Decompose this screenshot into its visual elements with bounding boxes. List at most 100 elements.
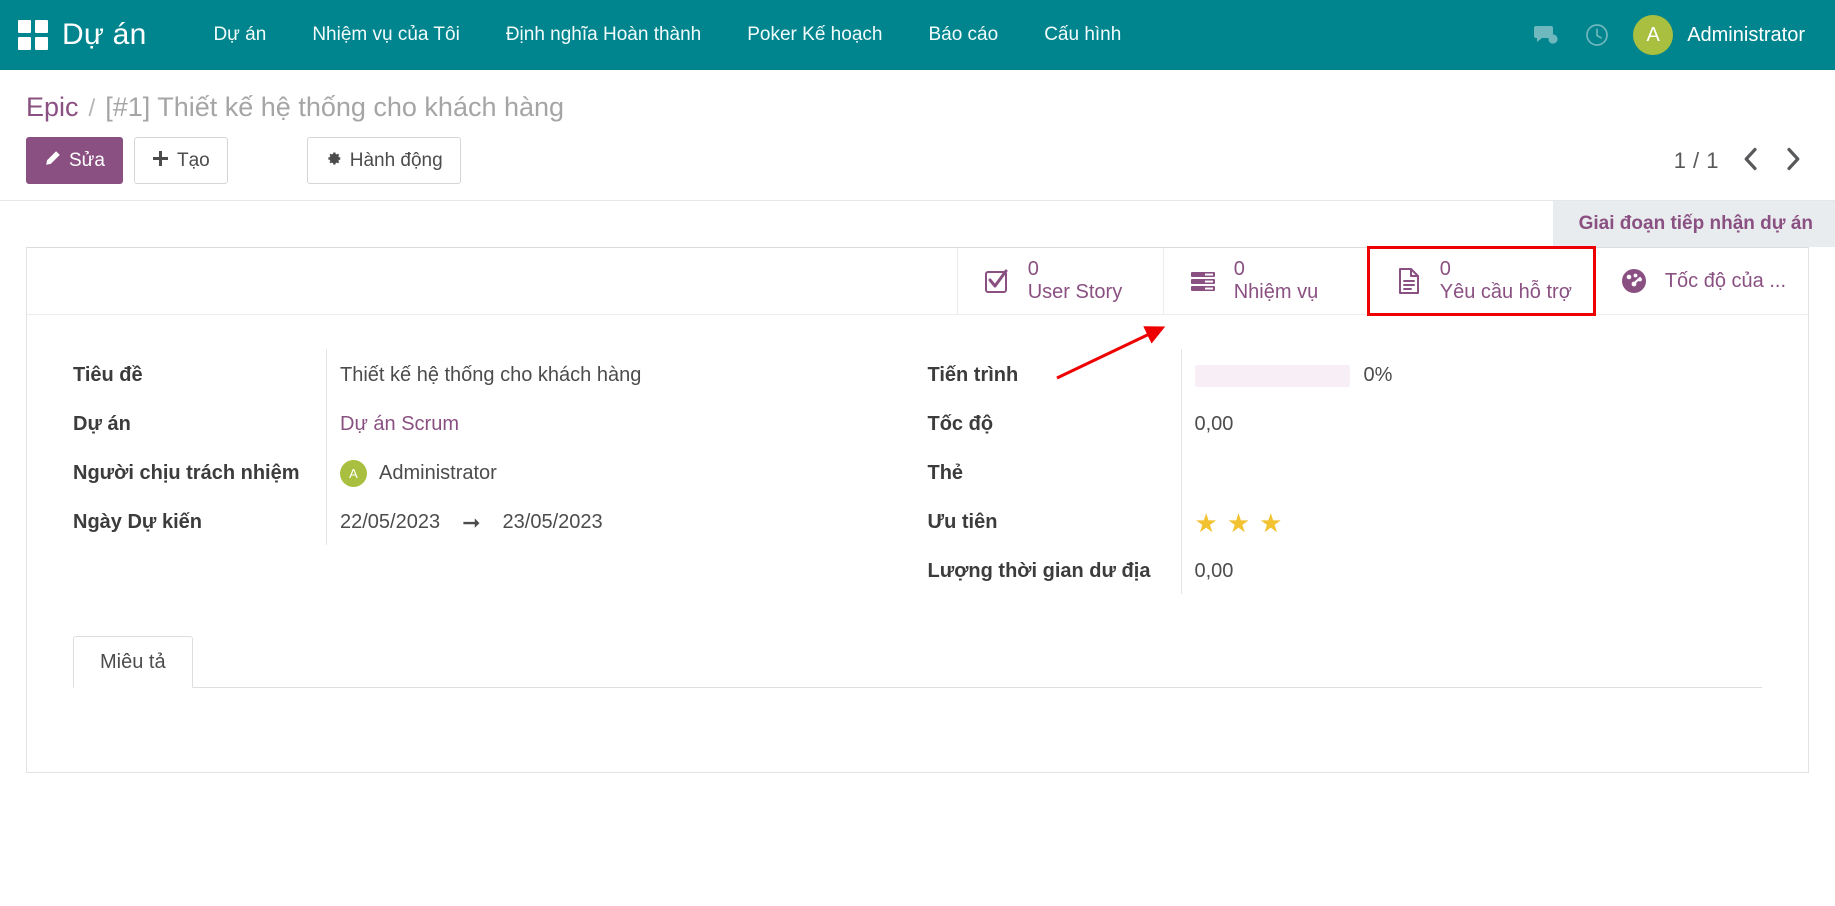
menu-item-reports[interactable]: Báo cáo <box>905 24 1021 46</box>
gear-icon <box>325 150 342 172</box>
field-label-planned-dates: Ngày Dự kiến <box>73 496 326 538</box>
field-label-priority: Ưu tiên <box>928 496 1181 538</box>
field-row-slack-time: Lượng thời gian dư địa 0,00 <box>928 545 1809 594</box>
user-name-label: Administrator <box>1687 24 1811 47</box>
plus-icon <box>152 150 169 172</box>
chat-bubble-icon[interactable] <box>1519 13 1571 57</box>
pager-count[interactable]: 1 / 1 <box>1674 148 1719 174</box>
field-row-project: Dự án Dự án Scrum <box>73 398 918 447</box>
field-value-assignee[interactable]: A Administrator <box>326 447 918 496</box>
avatar: A <box>340 460 367 487</box>
user-menu[interactable]: A Administrator <box>1633 15 1811 55</box>
tab-description[interactable]: Miêu tả <box>73 636 193 688</box>
action-button[interactable]: Hành động <box>307 137 461 184</box>
field-row-assignee: Người chịu trách nhiệm A Administrator <box>73 447 918 496</box>
field-value-progress[interactable]: 0% <box>1181 349 1809 398</box>
form-sheet: 0 User Story 0 Nhiệ <box>26 247 1809 773</box>
menu-item-definition-of-done[interactable]: Định nghĩa Hoàn thành <box>483 24 724 46</box>
date-range: 22/05/2023 ➞ 23/05/2023 <box>340 507 918 538</box>
stat-button-box: 0 User Story 0 Nhiệ <box>27 248 1808 315</box>
field-label-assignee: Người chịu trách nhiệm <box>73 447 326 489</box>
star-icon[interactable]: ★ <box>1259 510 1282 536</box>
field-value-title[interactable]: Thiết kế hệ thống cho khách hàng <box>326 349 918 398</box>
assignee-name: Administrator <box>379 458 497 489</box>
edit-button[interactable]: Sửa <box>26 137 123 184</box>
stat-button-velocity[interactable]: Tốc độ của ... <box>1594 248 1808 314</box>
star-icon[interactable]: ★ <box>1227 510 1250 536</box>
status-badge[interactable]: Giai đoạn tiếp nhận dự án <box>1553 201 1835 247</box>
stat-button-text: 0 User Story <box>1028 258 1122 304</box>
field-label-title: Tiêu đề <box>73 349 326 391</box>
control-panel-buttons: Sửa Tạo Hành động 1 / 1 <box>26 137 1809 184</box>
menu-item-my-tasks[interactable]: Nhiệm vụ của Tôi <box>289 24 483 46</box>
breadcrumb-current: [#1] Thiết kế hệ thống cho khách hàng <box>105 92 564 122</box>
stat-label: Yêu cầu hỗ trợ <box>1440 281 1572 304</box>
apps-grid-icon[interactable] <box>18 20 48 50</box>
menu-item-projects[interactable]: Dự án <box>190 24 289 46</box>
app-brand-title[interactable]: Dự án <box>62 18 146 52</box>
clock-icon[interactable] <box>1571 13 1623 57</box>
stat-button-user-story[interactable]: 0 User Story <box>957 248 1163 314</box>
field-value-planned-dates[interactable]: 22/05/2023 ➞ 23/05/2023 <box>326 496 918 545</box>
field-value-velocity[interactable]: 0,00 <box>1181 398 1809 447</box>
field-label-slack-time: Lượng thời gian dư địa <box>928 545 1181 587</box>
stat-button-support-requests[interactable]: 0 Yêu cầu hỗ trợ <box>1369 248 1594 314</box>
create-button[interactable]: Tạo <box>134 137 228 184</box>
stat-label: Tốc độ của ... <box>1665 270 1786 293</box>
apps-grid-cell <box>35 37 48 50</box>
pager-next-button[interactable] <box>1783 146 1803 176</box>
apps-grid-cell <box>35 20 48 33</box>
breadcrumb: Epic / [#1] Thiết kế hệ thống cho khách … <box>26 92 1809 124</box>
field-label-project: Dự án <box>73 398 326 440</box>
document-text-icon <box>1392 264 1426 298</box>
stat-value: 0 <box>1440 258 1572 281</box>
field-row-progress: Tiến trình 0% <box>928 349 1809 398</box>
pencil-icon <box>44 150 61 172</box>
field-row-planned-dates: Ngày Dự kiến 22/05/2023 ➞ 23/05/2023 <box>73 496 918 545</box>
breadcrumb-root[interactable]: Epic <box>26 92 79 122</box>
top-navbar: Dự án Dự án Nhiệm vụ của Tôi Định nghĩa … <box>0 0 1835 70</box>
create-button-label: Tạo <box>177 150 210 172</box>
progress-holder: 0% <box>1195 360 1809 391</box>
action-button-label: Hành động <box>350 150 443 172</box>
list-rows-icon <box>1186 264 1220 298</box>
stat-button-text: 0 Yêu cầu hỗ trợ <box>1440 258 1572 304</box>
form-columns: Tiêu đề Thiết kế hệ thống cho khách hàng… <box>27 349 1808 594</box>
avatar: A <box>1633 15 1673 55</box>
field-value-project[interactable]: Dự án Scrum <box>326 398 918 447</box>
stat-label: User Story <box>1028 281 1122 304</box>
sheet-container: 0 User Story 0 Nhiệ <box>0 247 1835 773</box>
checkbox-checked-icon <box>980 264 1014 298</box>
form-column-left: Tiêu đề Thiết kế hệ thống cho khách hàng… <box>27 349 918 594</box>
stat-value: 0 <box>1234 258 1318 281</box>
star-icon[interactable]: ★ <box>1195 510 1218 536</box>
main-menu: Dự án Nhiệm vụ của Tôi Định nghĩa Hoàn t… <box>190 24 1144 46</box>
menu-item-configuration[interactable]: Cấu hình <box>1021 24 1144 46</box>
stat-button-tasks[interactable]: 0 Nhiệm vụ <box>1163 248 1369 314</box>
stat-label: Nhiệm vụ <box>1234 281 1318 304</box>
form-body: Tiêu đề Thiết kế hệ thống cho khách hàng… <box>27 315 1808 772</box>
field-value-priority[interactable]: ★ ★ ★ <box>1181 496 1809 545</box>
form-column-right: Tiến trình 0% Tốc độ 0,00 Thẻ <box>918 349 1809 594</box>
date-start: 22/05/2023 <box>340 507 440 538</box>
stat-button-text: 0 Nhiệm vụ <box>1234 258 1318 304</box>
edit-button-label: Sửa <box>69 150 105 172</box>
pager-previous-button[interactable] <box>1741 146 1761 176</box>
field-row-tags: Thẻ <box>928 447 1809 496</box>
field-label-tags: Thẻ <box>928 447 1181 489</box>
apps-grid-cell <box>18 37 31 50</box>
field-row-velocity: Tốc độ 0,00 <box>928 398 1809 447</box>
stat-value: 0 <box>1028 258 1122 281</box>
field-row-title: Tiêu đề Thiết kế hệ thống cho khách hàng <box>73 349 918 398</box>
priority-stars[interactable]: ★ ★ ★ <box>1195 507 1809 536</box>
menu-item-planning-poker[interactable]: Poker Kế hoạch <box>724 24 905 46</box>
control-panel: Epic / [#1] Thiết kế hệ thống cho khách … <box>0 70 1835 201</box>
navbar-right: A Administrator <box>1519 13 1811 57</box>
field-value-slack-time[interactable]: 0,00 <box>1181 545 1809 594</box>
notebook-tabs: Miêu tả <box>73 636 1762 688</box>
status-ribbon-area: Giai đoạn tiếp nhận dự án <box>0 201 1835 247</box>
progress-bar <box>1195 365 1350 387</box>
field-value-tags[interactable] <box>1181 447 1809 496</box>
assignee-chip: A Administrator <box>340 458 918 489</box>
progress-percent: 0% <box>1364 360 1393 391</box>
